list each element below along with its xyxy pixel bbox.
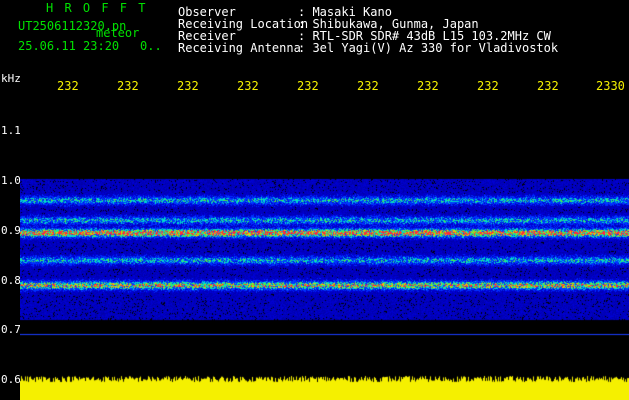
x-tick: 232 [297,79,319,93]
y-tick: 1.0 [1,174,21,187]
x-tick: 232 [417,79,439,93]
mode-label: meteor [96,26,140,40]
x-tick: 232 [177,79,199,93]
y-tick: 0.9 [1,224,21,237]
antenna-label: Receiving Antenna [178,41,301,55]
echo-count: 0.. [140,39,162,53]
y-tick: 1.1 [1,124,21,137]
y-tick: 0.7 [1,323,21,336]
app-title: H R O F F T [46,1,148,15]
spectrogram-canvas [20,100,629,400]
x-tick: 232 [537,79,559,93]
datetime: 25.06.11 23:20 [18,39,120,53]
y-axis-unit: kHz [1,72,21,85]
x-tick: 232 [357,79,379,93]
x-tick: 232 [237,79,259,93]
y-tick: 0.6 [1,373,21,386]
x-axis-ticks: 232 232 232 232 232 232 232 232 232 2330 [20,74,629,94]
y-tick: 0.8 [1,274,21,287]
antenna-value: : 3el Yagi(V) Az 330 for Vladivostok [298,41,559,55]
hrofft-screen: H R O F F T UT2506112320.pn meteor 25.06… [0,0,629,400]
x-tick: 232 [57,79,79,93]
x-tick: 232 [117,79,139,93]
x-tick: 232 [477,79,499,93]
x-tick: 2330 [596,79,625,93]
